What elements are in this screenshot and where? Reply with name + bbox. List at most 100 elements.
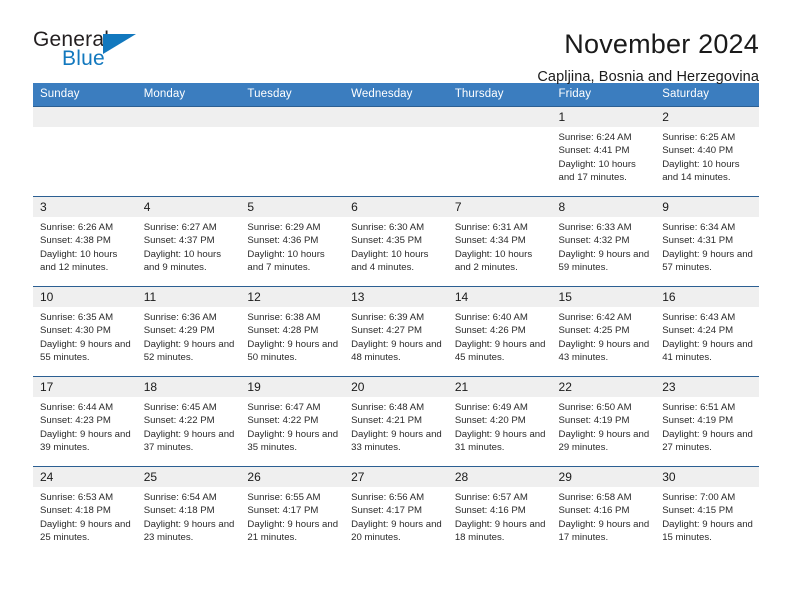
day-number: 23 — [655, 377, 759, 397]
calendar-day-cell[interactable]: 4 Sunrise: 6:27 AM Sunset: 4:37 PM Daylight… — [136, 196, 241, 287]
sunrise-text: Sunrise: 6:31 AM — [454, 222, 528, 233]
calendar-table: Sunday Monday Tuesday Wednesday Thursday… — [33, 83, 759, 556]
calendar-day-cell[interactable]: 22 Sunrise: 6:50 AM Sunset: 4:19 PM Dayligh… — [551, 376, 656, 467]
daylight-text: Daylight: 9 hours and 27 minutes. — [662, 428, 753, 454]
calendar-page: General Blue November 2024 Capljina, Bos… — [0, 0, 792, 612]
sunrise-text: Sunrise: 6:58 AM — [558, 492, 632, 503]
calendar-day-cell[interactable]: 19 Sunrise: 6:47 AM Sunset: 4:22 PM Dayligh… — [240, 376, 345, 467]
location-subtitle: Capljina, Bosnia and Herzegovina — [537, 69, 759, 85]
sunrise-text: Sunrise: 6:24 AM — [558, 132, 632, 143]
calendar-day-cell[interactable]: 1 Sunrise: 6:24 AM Sunset: 4:41 PM Daylight… — [551, 106, 656, 197]
sunrise-text: Sunrise: 6:42 AM — [558, 312, 632, 323]
calendar-day-cell[interactable]: 16 Sunrise: 6:43 AM Sunset: 4:24 PM Dayligh… — [655, 286, 759, 377]
sunset-text: Sunset: 4:21 PM — [351, 415, 423, 427]
calendar-day-cell[interactable]: 6 Sunrise: 6:30 AM Sunset: 4:35 PM Daylight… — [344, 196, 448, 287]
daylight-text: Daylight: 9 hours and 29 minutes. — [558, 428, 650, 454]
sunset-text: Sunset: 4:22 PM — [247, 415, 319, 427]
day-number: 11 — [136, 287, 241, 307]
day-details: Sunrise: 6:38 AM Sunset: 4:28 PM Daylight:… — [240, 307, 344, 365]
calendar-day-cell[interactable]: 13 Sunrise: 6:39 AM Sunset: 4:27 PM Dayligh… — [344, 286, 448, 377]
general-blue-logo[interactable]: General Blue — [33, 28, 153, 78]
calendar-day-cell[interactable]: 8 Sunrise: 6:33 AM Sunset: 4:32 PM Daylight… — [551, 196, 656, 287]
day-details: Sunrise: 6:36 AM Sunset: 4:29 PM Daylight:… — [137, 307, 241, 365]
day-number: 7 — [447, 197, 552, 217]
calendar-day-cell[interactable]: 28 Sunrise: 6:57 AM Sunset: 4:16 PM Dayligh… — [447, 466, 552, 556]
calendar-day-cell[interactable]: 23 Sunrise: 6:51 AM Sunset: 4:19 PM Dayligh… — [655, 376, 759, 467]
day-details: Sunrise: 6:40 AM Sunset: 4:26 PM Daylight:… — [448, 307, 552, 365]
day-number — [344, 107, 448, 127]
day-number: 27 — [344, 467, 448, 487]
daylight-text: Daylight: 9 hours and 55 minutes. — [40, 338, 131, 364]
day-details: Sunrise: 6:55 AM Sunset: 4:17 PM Daylight:… — [240, 487, 344, 545]
calendar-day-cell[interactable]: 9 Sunrise: 6:34 AM Sunset: 4:31 PM Daylight… — [655, 196, 759, 287]
sunset-text: Sunset: 4:38 PM — [40, 235, 111, 247]
calendar-day-cell[interactable]: 7 Sunrise: 6:31 AM Sunset: 4:34 PM Daylight… — [447, 196, 552, 287]
daylight-text: Daylight: 10 hours and 7 minutes. — [247, 248, 325, 274]
day-details: Sunrise: 6:48 AM Sunset: 4:21 PM Daylight:… — [344, 397, 448, 455]
calendar-day-cell[interactable]: 12 Sunrise: 6:38 AM Sunset: 4:28 PM Dayligh… — [240, 286, 345, 377]
calendar-day-cell[interactable]: 21 Sunrise: 6:49 AM Sunset: 4:20 PM Dayligh… — [447, 376, 552, 467]
calendar-day-cell-empty — [136, 106, 241, 197]
day-number: 24 — [33, 467, 137, 487]
daylight-text: Daylight: 9 hours and 50 minutes. — [247, 338, 339, 364]
page-header: General Blue November 2024 Capljina, Bos… — [33, 0, 759, 85]
day-number: 26 — [240, 467, 345, 487]
calendar-day-cell[interactable]: 2 Sunrise: 6:25 AM Sunset: 4:40 PM Daylight… — [655, 106, 759, 197]
sunset-text: Sunset: 4:16 PM — [454, 505, 526, 517]
calendar-day-cell[interactable]: 26 Sunrise: 6:55 AM Sunset: 4:17 PM Dayligh… — [240, 466, 345, 556]
logo-triangle-icon — [103, 34, 136, 54]
daylight-text: Daylight: 9 hours and 57 minutes. — [662, 248, 753, 274]
sunset-text: Sunset: 4:31 PM — [662, 235, 734, 247]
calendar-day-cell[interactable]: 18 Sunrise: 6:45 AM Sunset: 4:22 PM Dayligh… — [136, 376, 241, 467]
daylight-text: Daylight: 9 hours and 20 minutes. — [351, 518, 442, 544]
calendar-day-cell[interactable]: 15 Sunrise: 6:42 AM Sunset: 4:25 PM Dayligh… — [551, 286, 656, 377]
calendar-day-cell[interactable]: 11 Sunrise: 6:36 AM Sunset: 4:29 PM Dayligh… — [136, 286, 241, 377]
calendar-day-cell[interactable]: 25 Sunrise: 6:54 AM Sunset: 4:18 PM Dayligh… — [136, 466, 241, 556]
calendar-day-cell[interactable]: 14 Sunrise: 6:40 AM Sunset: 4:26 PM Dayligh… — [447, 286, 552, 377]
daylight-text: Daylight: 9 hours and 15 minutes. — [662, 518, 753, 544]
sunrise-text: Sunrise: 6:35 AM — [40, 312, 114, 323]
day-details: Sunrise: 6:50 AM Sunset: 4:19 PM Daylight:… — [552, 397, 656, 455]
day-number — [447, 107, 552, 127]
calendar-day-cell[interactable]: 24 Sunrise: 6:53 AM Sunset: 4:18 PM Dayligh… — [33, 466, 137, 556]
daylight-text: Daylight: 10 hours and 2 minutes. — [454, 248, 533, 274]
sunrise-text: Sunrise: 6:48 AM — [351, 402, 425, 413]
calendar-day-cell[interactable]: 29 Sunrise: 6:58 AM Sunset: 4:16 PM Dayligh… — [551, 466, 656, 556]
calendar-day-cell[interactable]: 3 Sunrise: 6:26 AM Sunset: 4:38 PM Daylight… — [33, 196, 137, 287]
sunset-text: Sunset: 4:22 PM — [143, 415, 215, 427]
day-details: Sunrise: 6:25 AM Sunset: 4:40 PM Daylight:… — [655, 127, 759, 185]
sunrise-text: Sunrise: 6:45 AM — [143, 402, 217, 413]
daylight-text: Daylight: 9 hours and 33 minutes. — [351, 428, 442, 454]
day-details: Sunrise: 6:27 AM Sunset: 4:37 PM Daylight:… — [137, 217, 241, 275]
day-number: 28 — [447, 467, 552, 487]
daylight-text: Daylight: 10 hours and 12 minutes. — [40, 248, 118, 274]
day-number: 29 — [551, 467, 656, 487]
sunset-text: Sunset: 4:18 PM — [143, 505, 215, 517]
sunset-text: Sunset: 4:41 PM — [558, 145, 630, 157]
day-number: 3 — [33, 197, 137, 217]
sunrise-text: Sunrise: 6:34 AM — [662, 222, 736, 233]
sunset-text: Sunset: 4:34 PM — [454, 235, 526, 247]
calendar-day-cell[interactable]: 30 Sunrise: 7:00 AM Sunset: 4:15 PM Dayligh… — [655, 466, 759, 556]
sunset-text: Sunset: 4:27 PM — [351, 325, 423, 337]
day-details: Sunrise: 6:34 AM Sunset: 4:31 PM Daylight:… — [655, 217, 759, 275]
calendar-week-row: 10 Sunrise: 6:35 AM Sunset: 4:30 PM Dayligh… — [33, 286, 759, 377]
day-number: 21 — [447, 377, 552, 397]
sunrise-text: Sunrise: 6:27 AM — [143, 222, 217, 233]
day-details: Sunrise: 6:26 AM Sunset: 4:38 PM Daylight:… — [33, 217, 137, 275]
calendar-day-cell-empty — [447, 106, 552, 197]
sunset-text: Sunset: 4:20 PM — [454, 415, 526, 427]
calendar-day-cell[interactable]: 17 Sunrise: 6:44 AM Sunset: 4:23 PM Dayligh… — [33, 376, 137, 467]
calendar-day-cell[interactable]: 5 Sunrise: 6:29 AM Sunset: 4:36 PM Daylight… — [240, 196, 345, 287]
sunset-text: Sunset: 4:15 PM — [662, 505, 734, 517]
calendar-day-cell[interactable]: 20 Sunrise: 6:48 AM Sunset: 4:21 PM Dayligh… — [344, 376, 448, 467]
daylight-text: Daylight: 9 hours and 31 minutes. — [454, 428, 546, 454]
day-details: Sunrise: 6:30 AM Sunset: 4:35 PM Daylight:… — [344, 217, 448, 275]
day-details: Sunrise: 6:29 AM Sunset: 4:36 PM Daylight:… — [240, 217, 344, 275]
sunset-text: Sunset: 4:17 PM — [247, 505, 319, 517]
sunset-text: Sunset: 4:25 PM — [558, 325, 630, 337]
calendar-day-cell[interactable]: 10 Sunrise: 6:35 AM Sunset: 4:30 PM Dayligh… — [33, 286, 137, 377]
calendar-day-cell[interactable]: 27 Sunrise: 6:56 AM Sunset: 4:17 PM Dayligh… — [344, 466, 448, 556]
page-title: November 2024 — [564, 29, 759, 59]
sunrise-text: Sunrise: 6:47 AM — [247, 402, 321, 413]
